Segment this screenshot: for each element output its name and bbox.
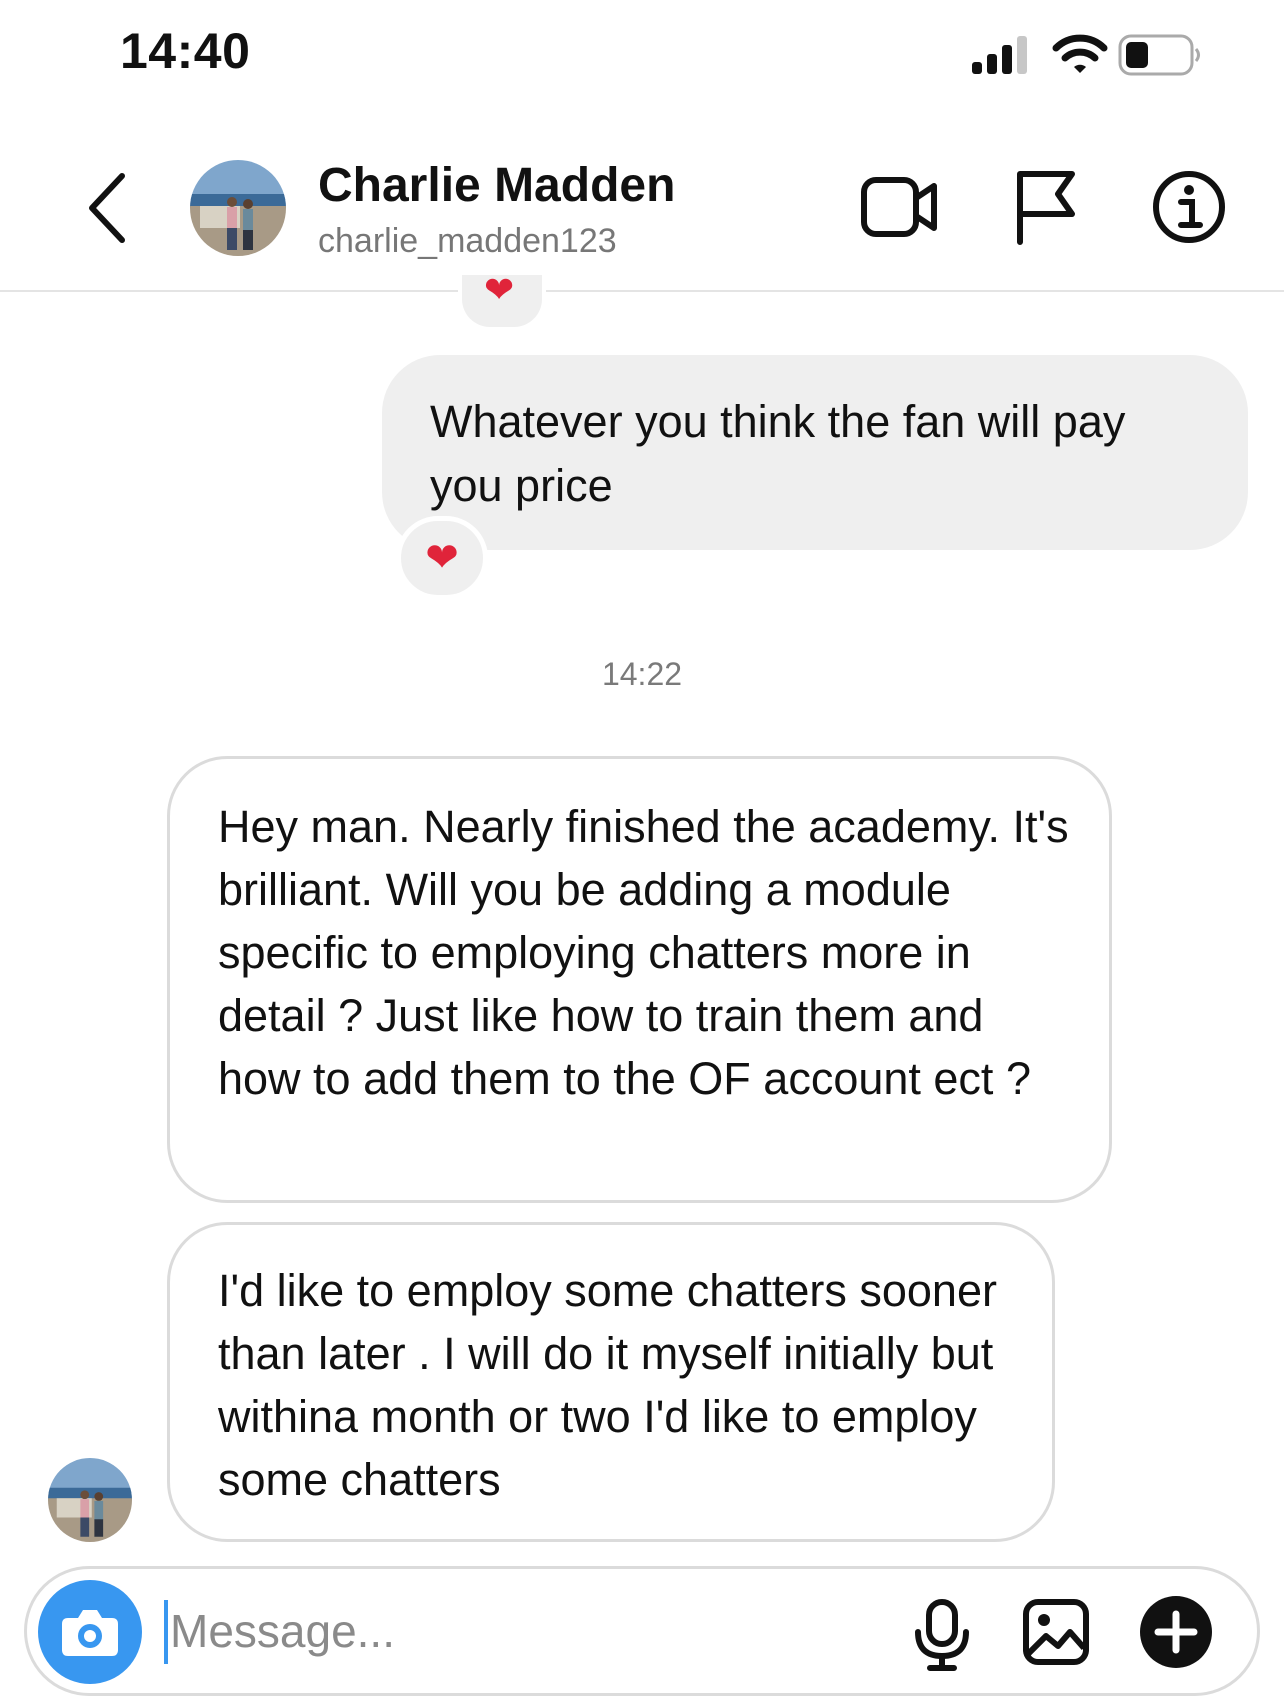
heart-icon: ❤ <box>484 269 515 310</box>
battery-icon <box>1118 34 1200 76</box>
outgoing-message[interactable]: Whatever you think the fan will pay you … <box>382 355 1248 550</box>
sender-avatar[interactable] <box>48 1458 132 1542</box>
heart-icon: ❤ <box>425 536 459 580</box>
camera-icon <box>62 1610 118 1656</box>
status-time: 14:40 <box>120 23 251 79</box>
signal-icon <box>972 36 1027 74</box>
plus-icon <box>1154 1610 1198 1654</box>
contact-username: charlie_madden123 <box>318 222 617 260</box>
flag-icon[interactable] <box>1012 168 1078 246</box>
text-cursor <box>164 1600 168 1664</box>
incoming-message[interactable]: Hey man. Nearly finished the academy. It… <box>167 756 1112 1203</box>
info-icon[interactable] <box>1152 170 1226 244</box>
gallery-icon[interactable] <box>1022 1598 1090 1666</box>
back-chevron-icon[interactable] <box>82 168 142 248</box>
message-timestamp: 14:22 <box>601 656 683 692</box>
message-input[interactable] <box>170 1596 870 1666</box>
avatar[interactable] <box>190 160 286 256</box>
header-divider <box>0 290 1284 292</box>
reaction-badge[interactable]: ❤ <box>458 269 546 331</box>
add-button[interactable] <box>1140 1596 1212 1668</box>
incoming-message[interactable]: I'd like to employ some chatters sooner … <box>167 1222 1055 1542</box>
camera-button[interactable] <box>38 1580 142 1684</box>
wifi-icon <box>1052 34 1108 73</box>
reaction-badge[interactable]: ❤ <box>396 516 488 600</box>
contact-name[interactable]: Charlie Madden <box>318 158 675 213</box>
microphone-icon[interactable] <box>912 1598 972 1672</box>
video-call-icon[interactable] <box>860 172 940 242</box>
